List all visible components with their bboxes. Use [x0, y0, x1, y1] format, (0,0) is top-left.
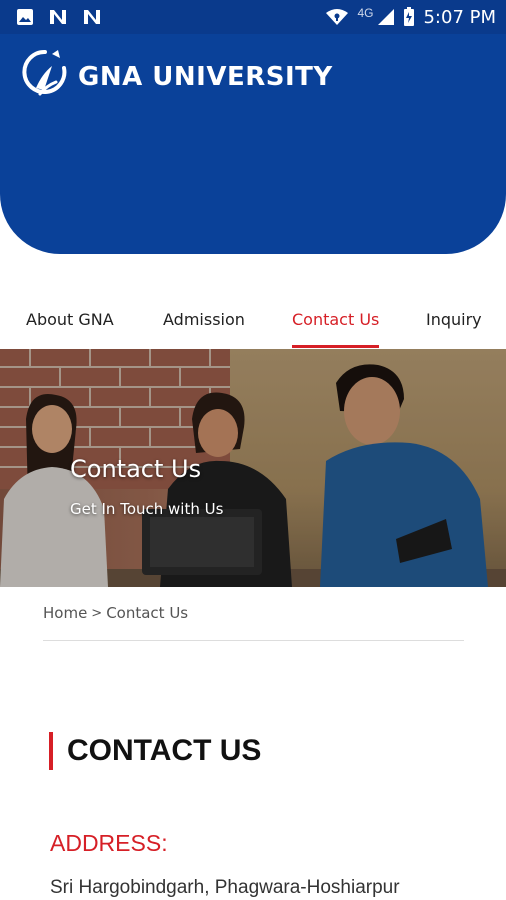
top-tab-bar: About GNA Admission Contact Us Inquiry — [0, 296, 506, 348]
chevron-right-icon: > — [91, 605, 103, 621]
signal-icon — [377, 8, 395, 26]
network-type-label: 4G — [357, 6, 374, 20]
banner-title: Contact Us — [70, 455, 202, 483]
contact-heading: CONTACT US — [49, 732, 261, 770]
app-header: GNA UNIVERSITY — [0, 34, 506, 254]
n-notification-icon — [48, 8, 68, 26]
gna-logo-icon — [22, 48, 68, 105]
breadcrumb: Home > Contact Us — [43, 604, 188, 622]
breadcrumb-home-link[interactable]: Home — [43, 604, 87, 622]
tab-admission[interactable]: Admission — [163, 296, 245, 348]
breadcrumb-divider — [43, 640, 464, 641]
n-notification-icon — [82, 8, 102, 26]
logo-text: GNA UNIVERSITY — [78, 61, 333, 92]
battery-icon — [403, 7, 415, 27]
address-text: Sri Hargobindgarh, Phagwara-Hoshiarpur — [50, 877, 400, 898]
tab-contact-us[interactable]: Contact Us — [292, 296, 380, 348]
status-clock: 5:07 PM — [423, 6, 496, 28]
status-bar: 4G 5:07 PM — [0, 0, 506, 34]
address-label: ADDRESS: — [50, 830, 168, 856]
tab-inquiry[interactable]: Inquiry — [426, 296, 482, 348]
tab-about-gna[interactable]: About GNA — [26, 296, 114, 348]
university-logo[interactable]: GNA UNIVERSITY — [22, 48, 333, 105]
status-system: 4G 5:07 PM — [325, 6, 496, 28]
status-notifications — [16, 8, 102, 26]
contact-banner: Contact Us Get In Touch with Us — [0, 349, 506, 587]
wifi-icon — [325, 8, 349, 26]
breadcrumb-current: Contact Us — [106, 604, 189, 622]
banner-subtitle: Get In Touch with Us — [70, 500, 224, 518]
image-icon — [16, 8, 34, 26]
